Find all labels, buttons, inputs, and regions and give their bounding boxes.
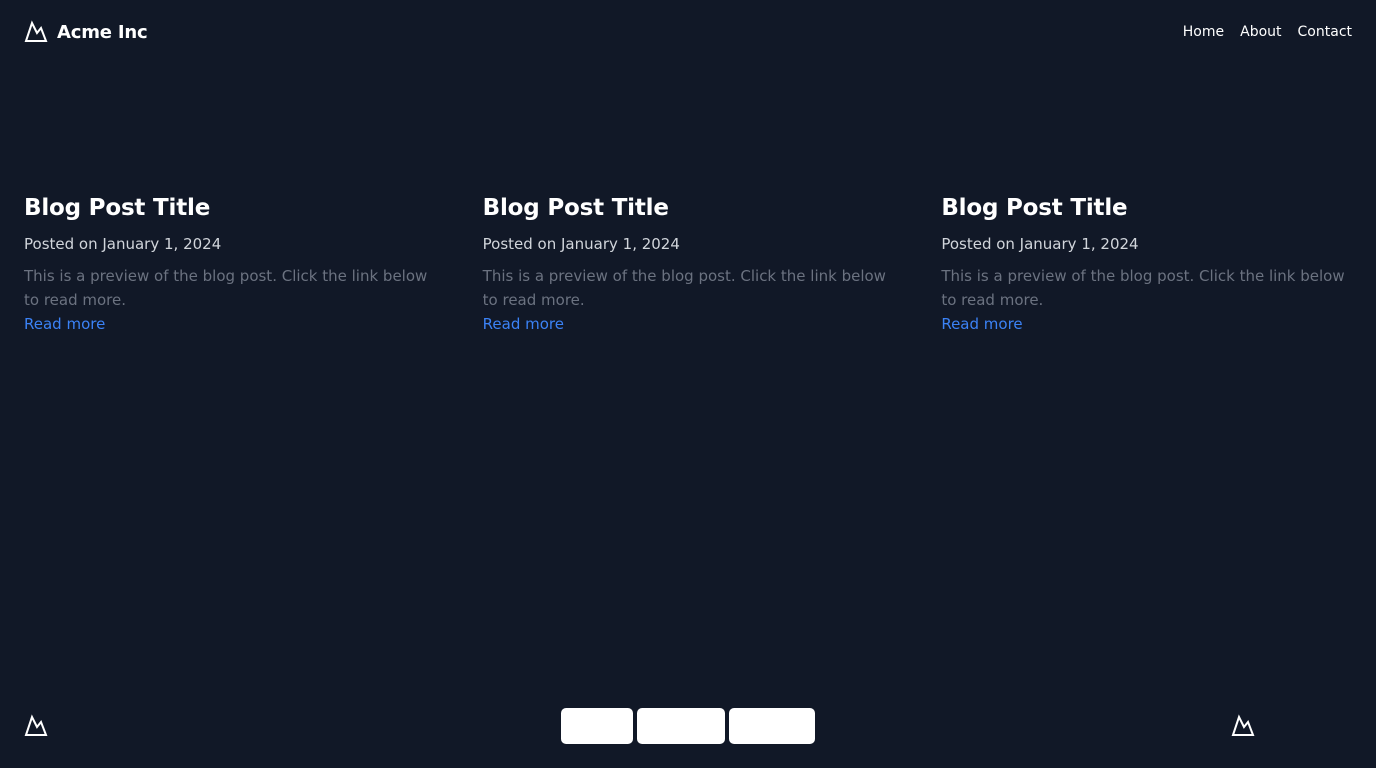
post-preview: This is a preview of the blog post. Clic… <box>482 267 886 309</box>
post-title: Blog Post Title <box>24 195 211 221</box>
site-header: Acme Inc Home About Contact <box>0 0 1376 64</box>
post-preview: This is a preview of the blog post. Clic… <box>24 267 428 309</box>
mountain-icon[interactable] <box>1231 714 1255 738</box>
post-preview: This is a preview of the blog post. Clic… <box>941 267 1345 309</box>
blog-post-card: Blog Post Title Posted on January 1, 202… <box>941 191 1352 336</box>
mountain-icon[interactable] <box>24 714 48 738</box>
post-title: Blog Post Title <box>941 195 1128 221</box>
footer-button-group <box>561 708 815 744</box>
read-more-link[interactable]: Read more <box>941 312 1022 336</box>
nav-link-about[interactable]: About <box>1240 24 1281 40</box>
footer-button-3[interactable] <box>729 708 815 744</box>
mountain-icon <box>24 20 48 42</box>
main-nav: Home About Contact <box>1183 24 1352 40</box>
blog-post-card: Blog Post Title Posted on January 1, 202… <box>24 191 435 336</box>
nav-link-home[interactable]: Home <box>1183 24 1224 40</box>
read-more-link[interactable]: Read more <box>24 312 105 336</box>
page: Acme Inc Home About Contact Blog Post Ti… <box>0 0 1376 768</box>
brand-link[interactable]: Acme Inc <box>24 20 148 44</box>
post-date: Posted on January 1, 2024 <box>941 235 1139 253</box>
footer-button-2[interactable] <box>637 708 725 744</box>
brand-name: Acme Inc <box>57 21 148 43</box>
post-date: Posted on January 1, 2024 <box>24 235 222 253</box>
post-title: Blog Post Title <box>482 195 669 221</box>
blog-post-card: Blog Post Title Posted on January 1, 202… <box>483 191 894 336</box>
nav-link-contact[interactable]: Contact <box>1298 24 1352 40</box>
blog-post-grid: Blog Post Title Posted on January 1, 202… <box>24 191 1352 336</box>
site-footer <box>0 700 1376 752</box>
read-more-link[interactable]: Read more <box>483 312 564 336</box>
footer-button-1[interactable] <box>561 708 633 744</box>
post-date: Posted on January 1, 2024 <box>482 235 680 253</box>
